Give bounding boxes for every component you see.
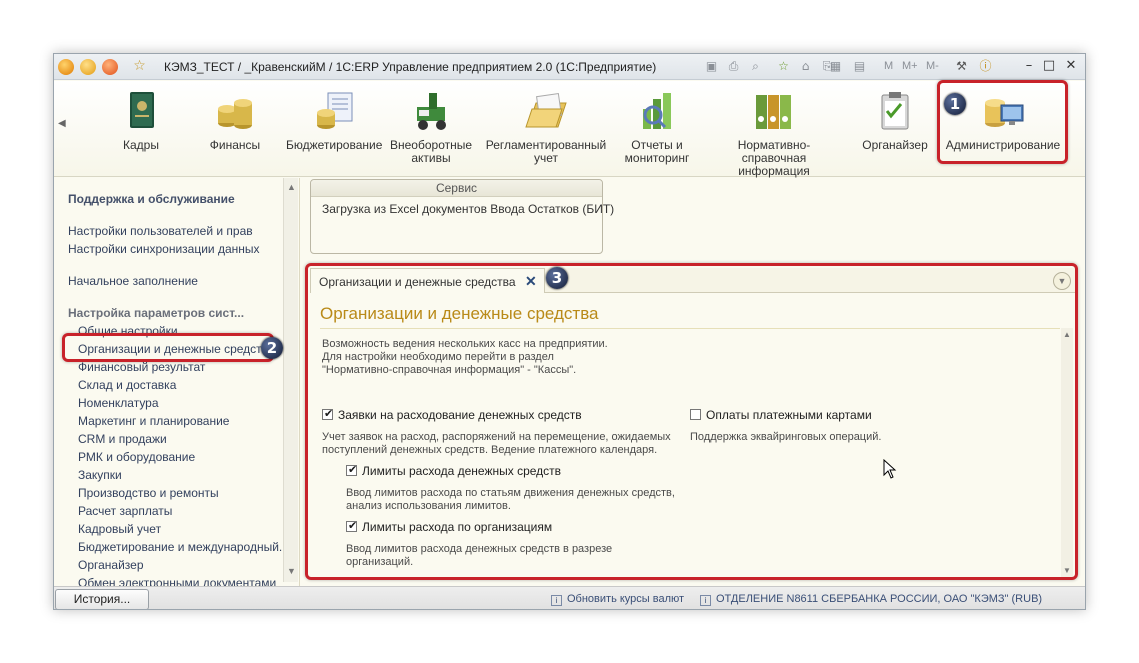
service-excel-import-link[interactable]: Загрузка из Excel документов Ввода Остат… — [322, 202, 614, 216]
calendar-icon[interactable]: ▤ — [852, 59, 867, 74]
memory-minus-button[interactable]: M- — [926, 60, 939, 72]
section-personnel[interactable]: Кадры — [106, 89, 176, 173]
service-panel-title: Сервис — [311, 180, 602, 197]
left-navigation: Поддержка и обслуживание Настройки польз… — [54, 178, 300, 590]
section-regulated-accounting[interactable]: Регламентированный учет — [484, 89, 608, 173]
bank-account-link[interactable]: i ОТДЕЛЕНИЕ N8611 СБЕРБАНКА РОССИИ, ОАО "… — [700, 593, 1042, 606]
1c-logo-icon[interactable] — [58, 59, 74, 75]
callout-settings-form — [305, 263, 1078, 580]
menu-arrow-icon[interactable] — [80, 59, 96, 75]
section-reference-info[interactable]: Нормативно-справочная информация — [706, 89, 842, 178]
binders-icon — [752, 89, 796, 133]
assets-icon — [409, 89, 453, 133]
nav-item-organizer[interactable]: Органайзер — [78, 558, 144, 572]
nav-item-hr[interactable]: Кадровый учет — [78, 522, 161, 536]
nav-item-user-settings[interactable]: Настройки пользователей и прав — [68, 224, 253, 238]
update-rates-link[interactable]: i Обновить курсы валют — [551, 593, 684, 606]
print-icon[interactable]: ⎙ — [726, 59, 741, 74]
mouse-cursor-icon — [883, 459, 897, 479]
section-budgeting[interactable]: Бюджетирование — [286, 89, 382, 173]
settings-tool-icon[interactable]: ⚒ — [954, 59, 969, 74]
bank-account-label: ОТДЕЛЕНИЕ N8611 СБЕРБАНКА РОССИИ, ОАО "К… — [716, 593, 1043, 605]
section-label: Финансы — [209, 138, 261, 152]
window-title: КЭМЗ_ТЕСТ / _КравенскийМ / 1С:ERP Управл… — [164, 60, 657, 74]
scroll-down-icon[interactable]: ▼ — [287, 566, 296, 576]
close-button[interactable]: ✕ — [1062, 57, 1080, 75]
sections-panel: ◀ Кадры Финансы Бюджетирование Внеоборот… — [54, 81, 1085, 178]
scroll-up-icon[interactable]: ▲ — [287, 182, 296, 192]
calculator-icon[interactable]: ▦ — [828, 59, 843, 74]
section-label: Нормативно-справочная информация — [737, 138, 811, 178]
nav-item-initial-fill[interactable]: Начальное заполнение — [68, 274, 198, 288]
nav-item-financial-result[interactable]: Финансовый результат — [78, 360, 205, 374]
minimize-button[interactable]: – — [1020, 57, 1038, 75]
nav-item-warehouse[interactable]: Склад и доставка — [78, 378, 176, 392]
reports-chart-icon — [635, 89, 679, 133]
callout-badge-2: 2 — [261, 337, 283, 359]
callout-organizations-nav — [62, 333, 274, 362]
history-button[interactable]: История... — [55, 589, 149, 609]
memory-plus-button[interactable]: M+ — [902, 60, 918, 72]
nav-item-purchases[interactable]: Закупки — [78, 468, 122, 482]
section-label: Отчеты и мониторинг — [624, 138, 690, 165]
home-orange-icon[interactable] — [102, 59, 118, 75]
nav-item-marketing[interactable]: Маркетинг и планирование — [78, 414, 229, 428]
nav-heading-support: Поддержка и обслуживание — [68, 192, 235, 206]
section-finance[interactable]: Финансы — [200, 89, 270, 173]
title-bar: ☆ КЭМЗ_ТЕСТ / _КравенскийМ / 1С:ERP Упра… — [54, 54, 1085, 80]
info-icon: i — [700, 595, 711, 606]
accounting-folder-icon — [524, 89, 568, 133]
status-bar: История... i Обновить курсы валют i ОТДЕЛЕ… — [54, 586, 1085, 609]
section-label: Бюджетирование — [286, 138, 383, 152]
nav-item-pos[interactable]: РМК и оборудование — [78, 450, 195, 464]
callout-badge-1: 1 — [944, 93, 966, 115]
nav-item-sync-settings[interactable]: Настройки синхронизации данных — [68, 242, 260, 256]
callout-badge-3: 3 — [546, 267, 568, 289]
section-label: Регламентированный учет — [485, 138, 607, 165]
personnel-book-icon — [119, 89, 163, 133]
sections-scroll-left-icon[interactable]: ◀ — [58, 118, 66, 129]
screenshot-stage: ☆ КЭМЗ_ТЕСТ / _КравенскийМ / 1С:ERP Упра… — [0, 0, 1139, 663]
maximize-button[interactable]: □ — [1040, 57, 1058, 75]
favorites-add-icon[interactable]: ☆ — [776, 59, 791, 74]
budget-icon — [312, 89, 356, 133]
section-label: Органайзер — [862, 138, 928, 152]
nav-item-nomenclature[interactable]: Номенклатура — [78, 396, 159, 410]
coins-icon — [213, 89, 257, 133]
home-icon[interactable]: ⌂ — [798, 59, 813, 74]
nav-item-payroll[interactable]: Расчет зарплаты — [78, 504, 172, 518]
nav-item-budgeting-intl[interactable]: Бюджетирование и международный... — [78, 540, 289, 554]
nav-item-crm[interactable]: CRM и продажи — [78, 432, 167, 446]
favorite-star-icon[interactable]: ☆ — [132, 59, 147, 74]
save-icon[interactable]: ▣ — [704, 59, 719, 74]
section-fixed-assets[interactable]: Внеоборотные активы — [390, 89, 472, 173]
service-panel: Сервис Загрузка из Excel документов Ввод… — [310, 179, 614, 254]
nav-item-production[interactable]: Производство и ремонты — [78, 486, 219, 500]
section-label: Внеоборотные активы — [390, 138, 473, 165]
nav-heading-system-params: Настройка параметров сист... — [68, 306, 245, 320]
info-icon[interactable]: ⓘ — [978, 59, 993, 74]
section-organizer[interactable]: Органайзер — [854, 89, 936, 173]
update-rates-label: Обновить курсы валют — [567, 593, 685, 605]
preview-icon[interactable]: ⌕ — [748, 59, 763, 74]
memory-m-button[interactable]: M — [884, 60, 893, 72]
info-icon: i — [551, 595, 562, 606]
nav-scrollbar[interactable]: ▲ ▼ — [283, 178, 298, 582]
section-reports[interactable]: Отчеты и мониторинг — [620, 89, 694, 173]
organizer-clipboard-icon — [873, 89, 917, 133]
section-label: Кадры — [123, 138, 159, 152]
